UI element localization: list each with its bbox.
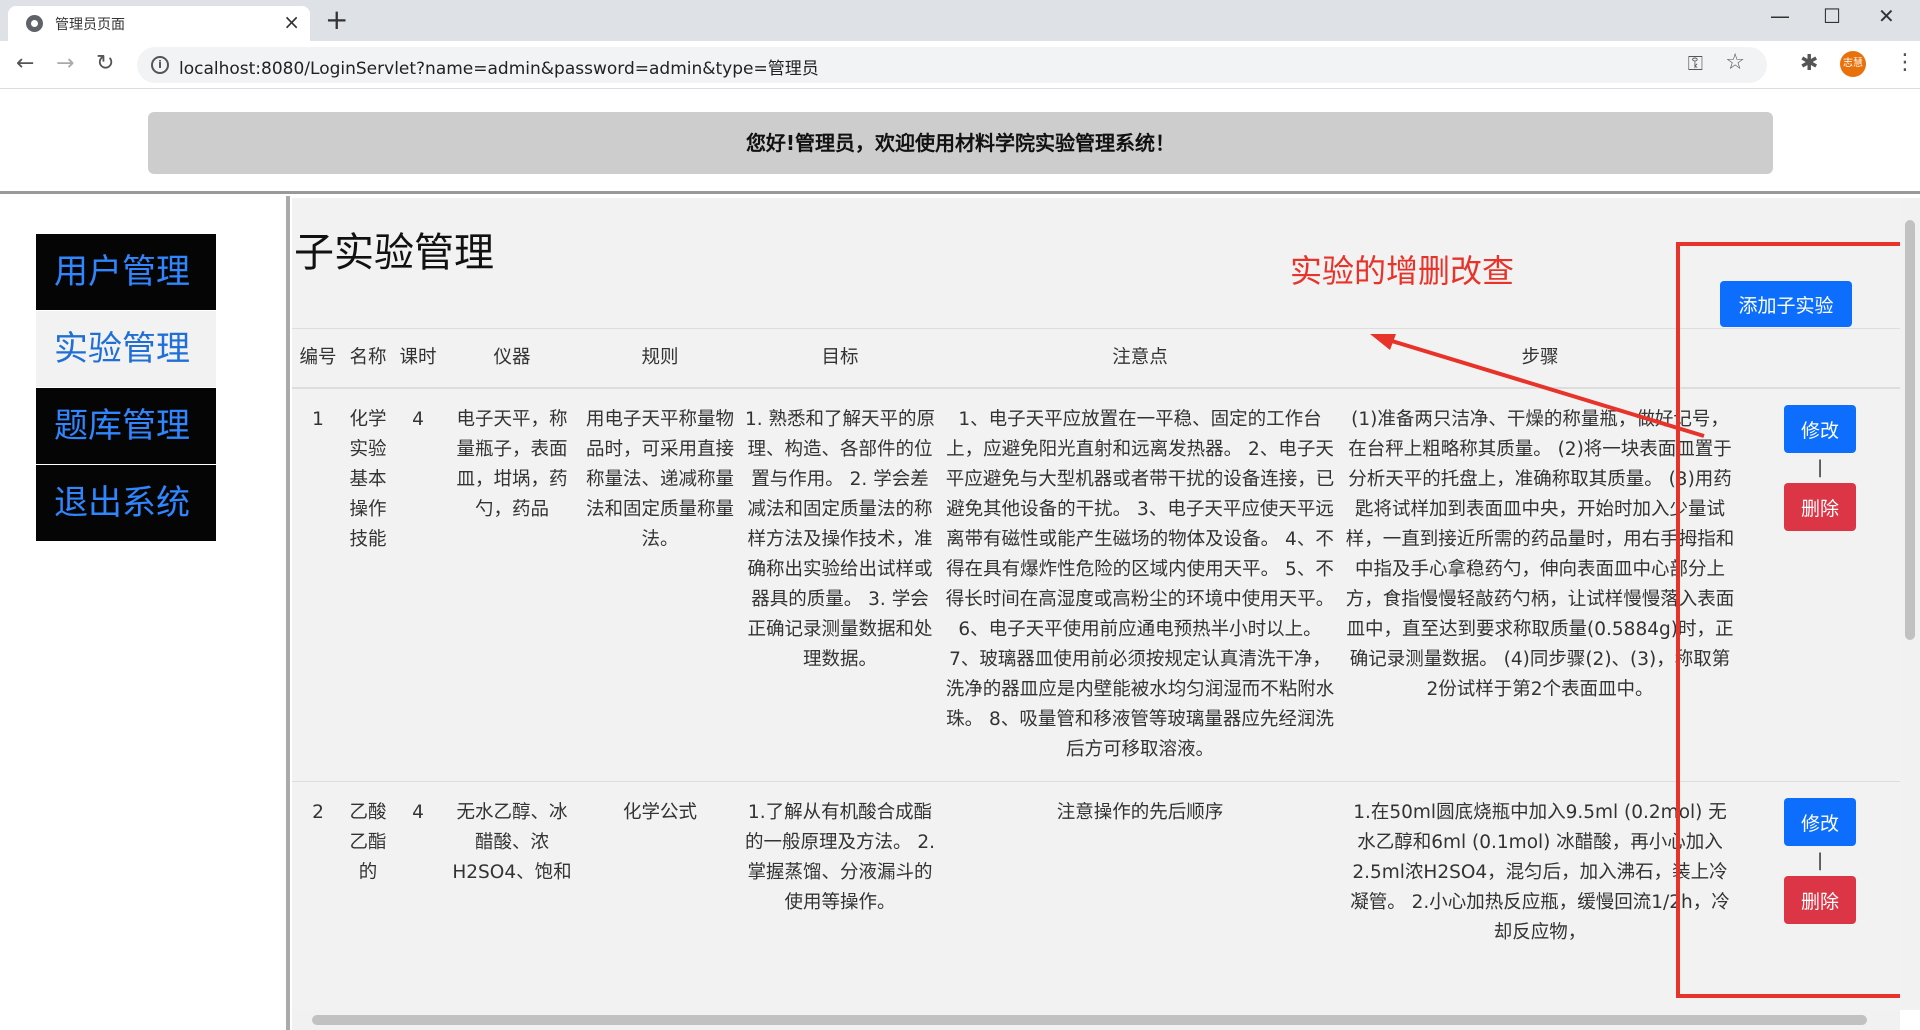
globe-icon bbox=[26, 15, 43, 32]
tab-close-icon[interactable]: × bbox=[283, 11, 300, 33]
annotation-highlight-box bbox=[1676, 242, 1908, 998]
forward-arrow-icon[interactable]: → bbox=[56, 50, 74, 78]
browser-toolbar: ← → ↻ i localhost:8080/LoginServlet?name… bbox=[0, 41, 1920, 89]
url-text[interactable]: localhost:8080/LoginServlet?name=admin&p… bbox=[179, 54, 819, 79]
sidebar-item-users[interactable]: 用户管理 bbox=[36, 234, 216, 310]
tab-title: 管理员页面 bbox=[55, 17, 125, 33]
scrollbar-thumb[interactable] bbox=[1905, 220, 1915, 640]
extensions-puzzle-icon[interactable]: ✱ bbox=[1800, 51, 1818, 76]
header-divider bbox=[0, 191, 1920, 194]
bookmark-star-icon[interactable]: ☆ bbox=[1725, 50, 1745, 75]
vertical-scrollbar[interactable] bbox=[1900, 198, 1920, 1010]
sidebar-item-experiments[interactable]: 实验管理 bbox=[36, 311, 216, 387]
content-frame: 子实验管理 实验的增删改查 添加子实验 编号 名称 课时 仪器 规则 目标 注意… bbox=[292, 198, 1900, 1010]
close-window-icon[interactable]: ✕ bbox=[1878, 4, 1895, 28]
maximize-icon[interactable]: ☐ bbox=[1823, 4, 1841, 28]
minimize-icon[interactable]: — bbox=[1770, 4, 1790, 28]
browser-menu-icon[interactable]: ⋮ bbox=[1894, 50, 1916, 75]
address-bar[interactable]: i localhost:8080/LoginServlet?name=admin… bbox=[137, 47, 1767, 83]
sidebar: 用户管理 实验管理 题库管理 退出系统 bbox=[36, 234, 216, 542]
info-icon[interactable]: i bbox=[151, 56, 169, 74]
horizontal-scrollbar[interactable] bbox=[292, 1010, 1900, 1030]
profile-avatar[interactable]: 志慧 bbox=[1840, 51, 1866, 77]
welcome-banner: 您好!管理员，欢迎使用材料学院实验管理系统！ bbox=[148, 112, 1773, 174]
browser-tab-bar: 管理员页面 × + — ☐ ✕ bbox=[0, 0, 1920, 41]
key-icon[interactable]: ⚿ bbox=[1688, 51, 1703, 75]
sidebar-item-question-bank[interactable]: 题库管理 bbox=[36, 388, 216, 464]
scrollbar-thumb[interactable] bbox=[312, 1015, 1867, 1025]
browser-tab[interactable]: 管理员页面 × bbox=[8, 6, 310, 41]
annotation-arrow-icon bbox=[1370, 334, 1705, 438]
new-tab-button[interactable]: + bbox=[325, 4, 348, 36]
sidebar-item-logout[interactable]: 退出系统 bbox=[36, 465, 216, 541]
reload-icon[interactable]: ↻ bbox=[96, 50, 114, 78]
back-arrow-icon[interactable]: ← bbox=[16, 50, 34, 78]
frame-divider[interactable] bbox=[286, 196, 290, 1030]
